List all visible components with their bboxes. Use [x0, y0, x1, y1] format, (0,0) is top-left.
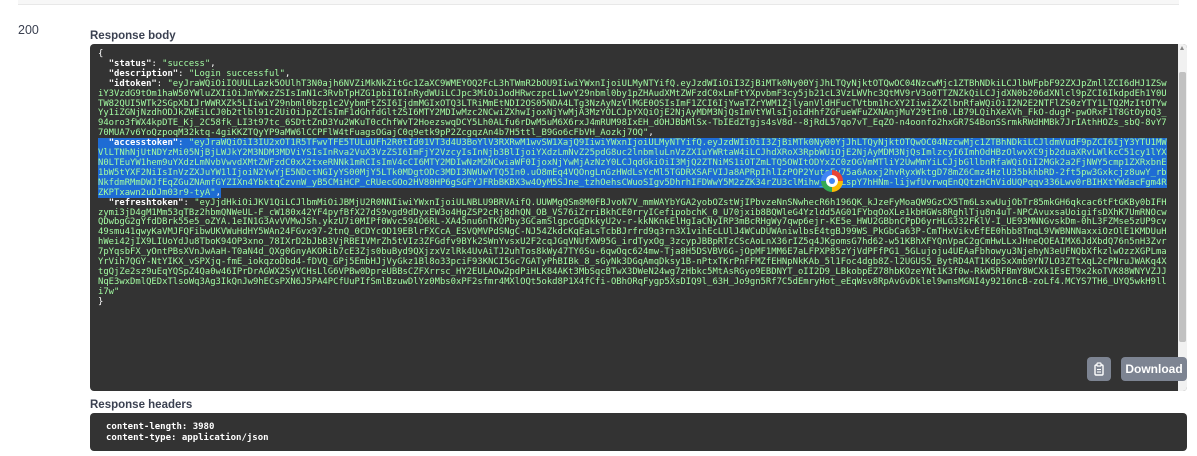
- json-value-status: "success": [162, 58, 211, 69]
- header-line: content-length: 3980: [106, 422, 215, 432]
- copy-to-clipboard-button[interactable]: [1087, 357, 1111, 381]
- json-value-accesstoken: "eyJraWQiOiI3IU2xOT1R5TFwvTFE5TULuUFh2R0…: [98, 138, 1167, 198]
- json-key-accesstoken: "accesstoken": [108, 138, 179, 149]
- response-headers-label: Response headers: [90, 399, 193, 411]
- scrollbar-thumb[interactable]: [1179, 72, 1186, 342]
- response-json[interactable]: { "status": "success", "description": "L…: [90, 44, 1187, 308]
- response-body-scrollbar[interactable]: [1178, 44, 1187, 391]
- header-line: content-type: application/json: [106, 432, 269, 443]
- response-body-label: Response body: [90, 30, 176, 42]
- json-value-idtoken: "eyJraWQiOiIOUULLazk5OUlhT3N0ajh6NVZiMkN…: [98, 78, 1167, 139]
- response-code: 200: [18, 23, 39, 37]
- extension-icon[interactable]: [821, 170, 843, 192]
- json-key-status: "status": [108, 58, 152, 69]
- json-value-description: "Login successful": [188, 68, 286, 79]
- scroll-up-arrow-icon[interactable]: [1180, 46, 1184, 50]
- json-close-brace: }: [98, 296, 104, 307]
- response-body-panel[interactable]: { "status": "success", "description": "L…: [90, 44, 1187, 391]
- previous-section-bar: [18, 0, 1179, 5]
- json-key-description: "description": [108, 68, 179, 79]
- top-strip: [0, 0, 1197, 10]
- json-key-idtoken: "idtoken": [108, 78, 157, 89]
- download-button[interactable]: Download: [1121, 357, 1187, 381]
- json-open-brace: {: [98, 49, 104, 59]
- json-value-refreshtoken: "eyJjdHkiOiJKV1QiLCJlbmMiOiJBMjU2R0NNIiw…: [98, 197, 1167, 297]
- json-key-refreshtoken: "refreshtoken": [108, 197, 184, 208]
- response-headers-panel[interactable]: content-length: 3980 content-type: appli…: [90, 413, 1187, 451]
- copy-icon: [1094, 362, 1104, 376]
